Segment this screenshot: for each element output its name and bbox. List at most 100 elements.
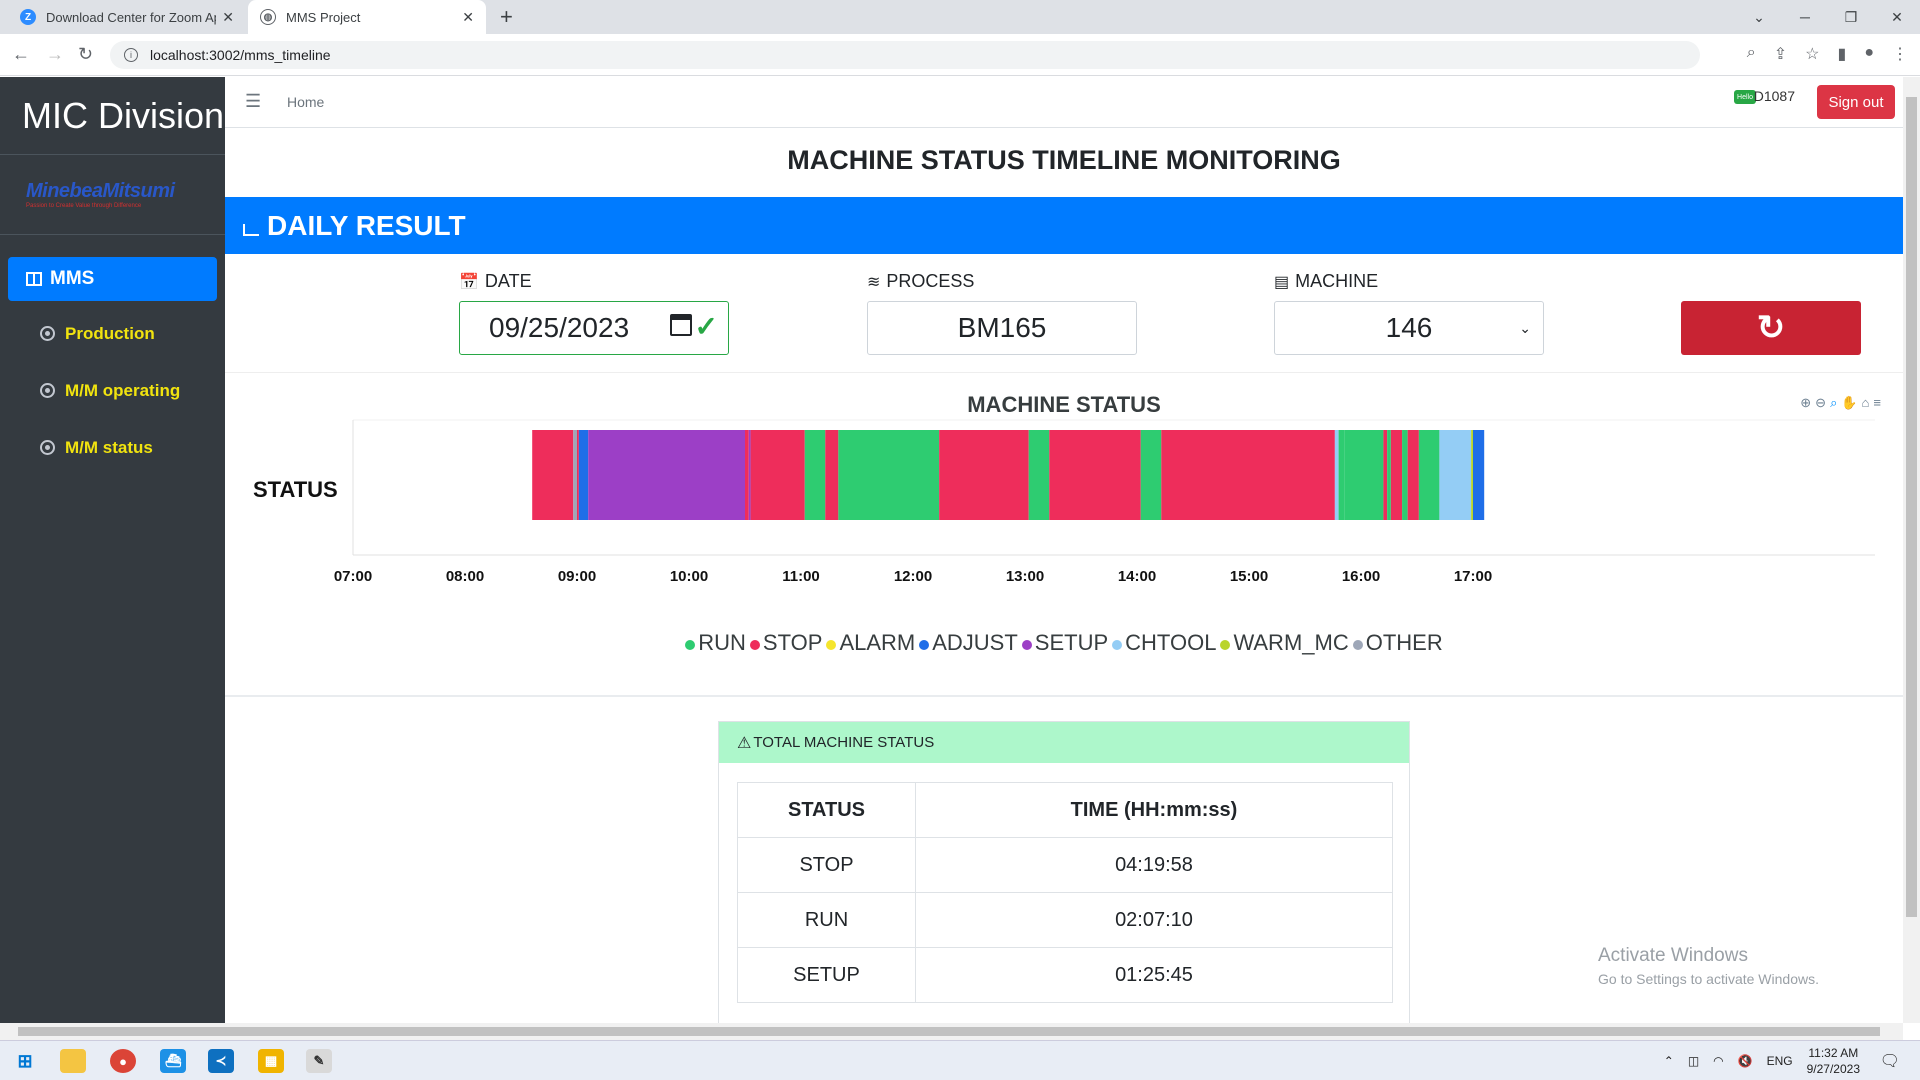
column-header-status: STATUS (737, 782, 916, 838)
scroll-thumb[interactable] (18, 1027, 1880, 1036)
menu-icon[interactable]: ≡ (1873, 395, 1881, 411)
file-explorer-icon[interactable] (60, 1049, 86, 1073)
timeline-segment-warm_mc[interactable] (1471, 430, 1473, 520)
sign-out-button[interactable]: Sign out (1817, 85, 1895, 119)
legend-item-stop[interactable]: STOP (749, 630, 822, 656)
timeline-segment-run[interactable] (1140, 430, 1162, 520)
vertical-scrollbar[interactable] (1903, 77, 1920, 1023)
side-panel-icon[interactable]: ▮ (1838, 44, 1847, 64)
legend-item-chtool[interactable]: CHTOOL (1112, 630, 1216, 656)
legend-item-other[interactable]: OTHER (1352, 630, 1443, 656)
back-arrow-icon[interactable]: ← (12, 44, 30, 65)
hello-badge: Hello (1734, 90, 1756, 104)
timeline-segment-run[interactable] (1418, 430, 1440, 520)
home-icon[interactable]: ⌂ (1862, 395, 1870, 411)
share-icon[interactable]: ⇪ (1774, 44, 1787, 64)
timeline-segment-stop[interactable] (745, 430, 749, 520)
timeline-segment-adjust[interactable] (1473, 430, 1485, 520)
sidebar-item-production[interactable]: Production (0, 305, 225, 362)
sidebar-item-mm-operating[interactable]: M/M operating (0, 362, 225, 419)
timeline-segment-stop[interactable] (1407, 430, 1419, 520)
timeline-segment-stop[interactable] (939, 430, 1029, 520)
vscode-icon[interactable]: ≺ (208, 1049, 234, 1073)
language-indicator[interactable]: ENG (1767, 1054, 1793, 1068)
info-icon[interactable]: i (124, 48, 138, 62)
timeline-segment-stop[interactable] (1161, 430, 1335, 520)
url-field[interactable]: i localhost:3002/mms_timeline (110, 41, 1700, 69)
tab-search-chevron-icon[interactable]: ⌄ (1736, 0, 1782, 34)
timeline-segment-stop[interactable] (750, 430, 805, 520)
magnifier-icon[interactable]: ⌕ (1830, 395, 1837, 411)
total-machine-status-card: ⚠ TOTAL MACHINE STATUS STATUS TIME (HH:m… (718, 721, 1410, 1023)
timeline-segment-stop[interactable] (577, 430, 579, 520)
pan-hand-icon[interactable]: ✋ (1841, 395, 1857, 411)
minimize-icon[interactable]: ─ (1782, 0, 1828, 34)
tab-zoom-download[interactable]: Z Download Center for Zoom Apps ✕ (8, 0, 246, 34)
timeline-segment-other[interactable] (573, 430, 577, 520)
chrome-icon[interactable]: ● (110, 1049, 136, 1073)
machine-select[interactable]: 146 ⌄ (1274, 301, 1544, 355)
timeline-segment-stop[interactable] (825, 430, 839, 520)
close-window-icon[interactable]: ✕ (1874, 0, 1920, 34)
timeline-segment-run[interactable] (1387, 430, 1391, 520)
close-icon[interactable]: ✕ (462, 9, 474, 26)
legend-item-run[interactable]: RUN (685, 630, 746, 656)
machine-value: 146 (1385, 312, 1433, 343)
zoom-in-icon[interactable]: ⊕ (1800, 395, 1811, 411)
restore-icon[interactable]: ❐ (1828, 0, 1874, 34)
timeline-segment-run[interactable] (1344, 430, 1384, 520)
process-input[interactable]: BM165 (867, 301, 1137, 355)
timeline-segment-setup[interactable] (588, 430, 745, 520)
timeline-segment-run[interactable] (804, 430, 826, 520)
timeline-segment-stop[interactable] (1383, 430, 1388, 520)
timeline-segment-chtool[interactable] (1334, 430, 1339, 520)
new-tab-plus-icon[interactable]: + (500, 6, 513, 28)
timeline-segment-run[interactable] (1028, 430, 1050, 520)
tab-title: MMS Project (286, 9, 361, 25)
reload-icon[interactable]: ↻ (78, 44, 93, 65)
wifi-icon[interactable]: ◠ (1713, 1054, 1723, 1068)
refresh-button[interactable]: ↻ (1681, 301, 1861, 355)
sidebar-item-mm-status[interactable]: M/M status (0, 419, 225, 476)
network-icon[interactable]: ◫ (1688, 1054, 1699, 1068)
hamburger-menu-icon[interactable]: ☰ (245, 91, 261, 112)
profile-avatar-icon[interactable]: ● (1864, 44, 1874, 64)
brand-title[interactable]: MIC Division (0, 77, 225, 155)
timeline-segment-run[interactable] (838, 430, 940, 520)
timeline-segment-adjust[interactable] (578, 430, 589, 520)
legend-item-alarm[interactable]: ALARM (826, 630, 915, 656)
horizontal-scrollbar[interactable] (0, 1023, 1903, 1040)
timeline-segment-run[interactable] (1338, 430, 1345, 520)
clock[interactable]: 11:32 AM 9/27/2023 (1807, 1045, 1860, 1077)
timeline-segment-stop[interactable] (1390, 430, 1403, 520)
tab-mms-project[interactable]: ◍ MMS Project ✕ (248, 0, 486, 34)
zoom-out-icon[interactable]: ⊖ (1815, 395, 1826, 411)
tray-chevron-up-icon[interactable]: ⌃ (1664, 1054, 1674, 1068)
kebab-menu-icon[interactable]: ⋮ (1892, 44, 1908, 64)
timeline-segment-stop[interactable] (1049, 430, 1141, 520)
time-cell: 02:07:10 (915, 892, 1393, 948)
timeline-segment-stop[interactable] (532, 430, 574, 520)
legend-item-warm_mc[interactable]: WARM_MC (1220, 630, 1349, 656)
app-icon[interactable]: ▦ (258, 1049, 284, 1073)
timeline-segment-setup[interactable] (748, 430, 751, 520)
close-icon[interactable]: ✕ (222, 9, 234, 26)
legend-item-adjust[interactable]: ADJUST (919, 630, 1018, 656)
timeline-segment-run[interactable] (1402, 430, 1408, 520)
volume-muted-icon[interactable]: 🔇 (1738, 1054, 1753, 1068)
home-link[interactable]: Home (287, 94, 324, 110)
legend-item-setup[interactable]: SETUP (1021, 630, 1108, 656)
scroll-thumb[interactable] (1906, 97, 1917, 917)
bookmark-star-icon[interactable]: ☆ (1805, 44, 1819, 64)
sidebar-item-mms[interactable]: MMS (8, 257, 217, 301)
zoom-magnifier-icon[interactable]: ⌕ (1747, 44, 1756, 64)
calendar-picker-icon[interactable] (670, 314, 692, 336)
date-input[interactable]: 09/25/2023 ✓ (459, 301, 729, 355)
docker-icon[interactable]: ⛴ (160, 1049, 186, 1073)
timeline-segment-chtool[interactable] (1439, 430, 1472, 520)
windows-start-icon[interactable]: ⊞ (12, 1049, 38, 1073)
forward-arrow-icon[interactable]: → (46, 44, 64, 65)
notification-center-icon[interactable]: 🗨 (1880, 1051, 1900, 1071)
machine-status-chart: MACHINE STATUS ⊕ ⊖ ⌕ ✋ ⌂ ≡ STATUS 07:00 0… (225, 372, 1903, 697)
paint-icon[interactable]: ✎ (306, 1049, 332, 1073)
